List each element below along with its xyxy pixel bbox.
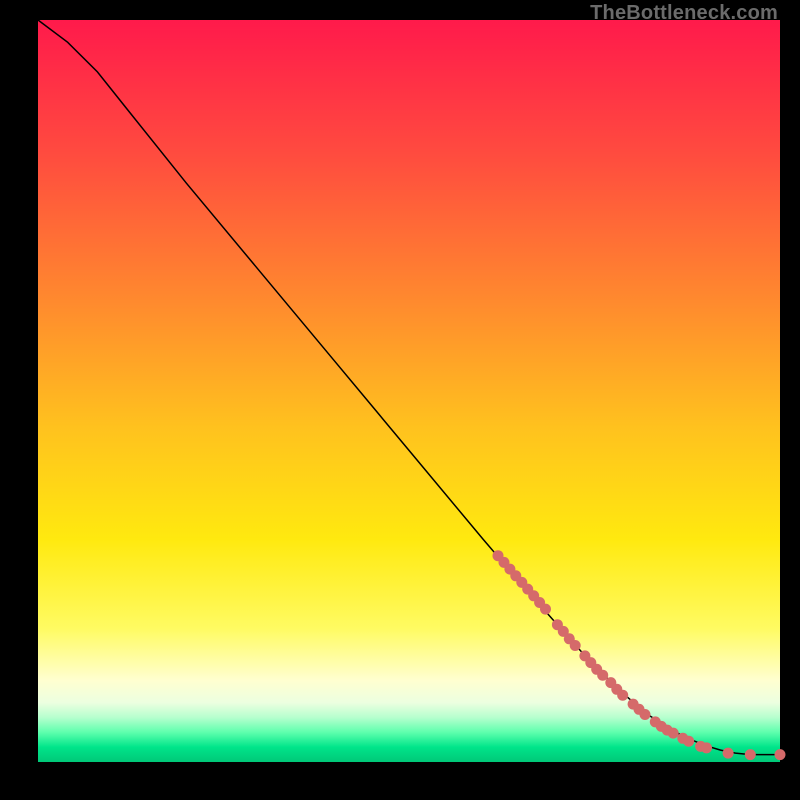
chart-frame: TheBottleneck.com: [0, 0, 800, 800]
data-marker: [775, 749, 786, 760]
data-marker: [701, 742, 712, 753]
marker-group: [493, 550, 786, 760]
data-marker: [617, 690, 628, 701]
bottleneck-curve: [38, 20, 780, 755]
data-marker: [668, 728, 679, 739]
data-marker: [570, 640, 581, 651]
data-marker: [723, 748, 734, 759]
data-marker: [745, 749, 756, 760]
chart-overlay: [38, 20, 780, 762]
data-marker: [640, 709, 651, 720]
data-marker: [597, 670, 608, 681]
data-marker: [540, 604, 551, 615]
data-marker: [683, 736, 694, 747]
